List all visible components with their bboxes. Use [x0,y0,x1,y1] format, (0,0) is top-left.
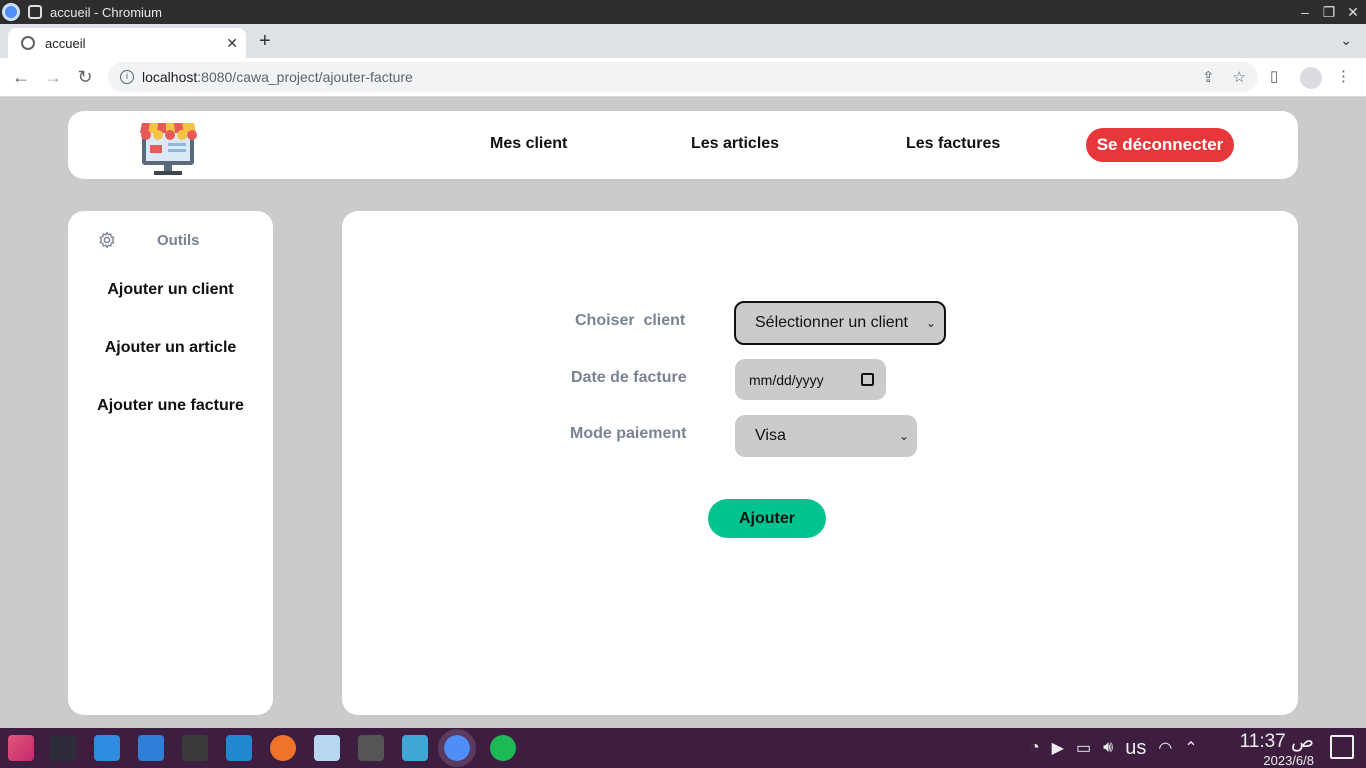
chevron-down-icon: ⌄ [898,429,909,443]
sidebar-item-ajouter-facture[interactable]: Ajouter une facture [68,397,273,415]
restore-icon[interactable]: ❐ [1322,5,1336,19]
keyboard-layout[interactable]: us [1125,737,1146,760]
menu-icon[interactable]: ⋮ [1336,67,1351,85]
chevron-down-icon[interactable]: ⌄ [1340,32,1352,49]
browser-toolbar: ← → ↻ i localhost:8080/cawa_project/ajou… [0,58,1366,97]
editor-app-icon[interactable] [402,735,428,761]
chromium-app-icon[interactable] [438,729,476,767]
date-input-value: mm/dd/yyyy [749,371,824,388]
new-tab-button[interactable]: + [259,30,271,53]
media-play-icon[interactable]: ▶ [1052,738,1064,758]
clock-ampm: ص [1291,731,1314,752]
sidebar-item-ajouter-article[interactable]: Ajouter un article [68,339,273,357]
chevron-up-icon[interactable]: ⌃ [1184,738,1197,758]
window-titlebar: accueil - Chromium – ❐ ✕ [0,0,1366,24]
clock-date: 2023/6/8 [1263,753,1314,768]
clock[interactable]: ص 11:37 2023/6/8 [1240,730,1314,768]
window-menu-icon[interactable] [28,5,42,19]
client-select[interactable]: Sélectionner un client ⌄ [734,301,946,345]
nav-mes-client[interactable]: Mes client [490,135,567,153]
side-panel-icon[interactable]: ▯ [1270,67,1278,85]
client-label: Choiser client [575,312,686,329]
terminal-app-icon[interactable] [182,735,208,761]
network-activity-icon[interactable]: ◔ [1030,739,1040,757]
url-path: :8080/cawa_project/ajouter-facture [197,69,413,85]
info-icon[interactable]: i [120,70,134,84]
vscode-app-icon[interactable] [226,735,252,761]
mode-label: Mode paiement [570,425,687,442]
share-icon[interactable]: ⇪ [1202,68,1215,86]
sidebar-heading: Outils [98,231,200,249]
star-icon[interactable]: ☆ [1233,68,1246,86]
tab-label: accueil [45,35,86,51]
client-select-value: Sélectionner un client [755,314,908,331]
nav-les-factures[interactable]: Les factures [906,135,1000,153]
close-tab-icon[interactable]: ✕ [226,35,238,52]
os-taskbar: ◔ ▶ ▭ 🔊︎ us ◠ ⌃ ص 11:37 2023/6/8 [0,728,1366,768]
notifications-icon[interactable] [1330,735,1354,759]
start-menu-icon[interactable] [8,735,34,761]
date-input[interactable]: mm/dd/yyyy [735,359,886,400]
virtualbox-app-icon[interactable] [314,735,340,761]
clock-time: 11:37 [1239,731,1286,752]
sidebar: Outils Ajouter un client Ajouter un arti… [68,211,273,715]
calendar-icon[interactable] [861,373,874,386]
ajouter-button[interactable]: Ajouter [708,499,826,538]
mode-select-value: Visa [755,427,786,444]
minimize-icon[interactable]: – [1298,5,1312,19]
date-label: Date de facture [571,369,687,386]
nav-les-articles[interactable]: Les articles [691,135,779,153]
top-navbar: Mes client Les articles Les factures Se … [68,111,1298,179]
gamepad-app-icon[interactable] [358,735,384,761]
wifi-icon[interactable]: ◠ [1158,738,1172,758]
spotify-app-icon[interactable] [490,735,516,761]
files-app-icon[interactable] [138,735,164,761]
chevron-down-icon: ⌄ [925,316,936,330]
firefox-app-icon[interactable] [270,735,296,761]
chromium-icon [2,3,20,21]
main-form-card: Choiser client Sélectionner un client ⌄ … [342,211,1298,715]
globe-icon [21,36,35,50]
store-app-icon[interactable] [94,735,120,761]
tab-strip: accueil ✕ + ⌄ [0,24,1366,58]
profile-icon[interactable] [1300,67,1322,89]
mode-paiement-select[interactable]: Visa ⌄ [735,415,917,457]
window-title: accueil - Chromium [50,4,162,20]
sidebar-heading-label: Outils [157,231,200,249]
settings-app-icon[interactable] [50,735,76,761]
reload-icon[interactable]: ↻ [74,66,96,88]
close-window-icon[interactable]: ✕ [1346,5,1360,19]
clipboard-icon[interactable]: ▭ [1076,738,1091,758]
back-arrow-icon[interactable]: ← [10,66,32,88]
forward-arrow-icon[interactable]: → [42,66,64,88]
volume-icon[interactable]: 🔊︎ [1103,739,1113,757]
address-bar[interactable]: i localhost:8080/cawa_project/ajouter-fa… [108,62,1258,92]
sidebar-item-ajouter-client[interactable]: Ajouter un client [68,281,273,299]
logout-button[interactable]: Se déconnecter [1086,128,1234,162]
gear-icon [99,231,115,249]
tab-accueil[interactable]: accueil ✕ [8,28,246,58]
url-host: localhost [142,69,198,85]
shop-logo-icon [140,123,197,175]
